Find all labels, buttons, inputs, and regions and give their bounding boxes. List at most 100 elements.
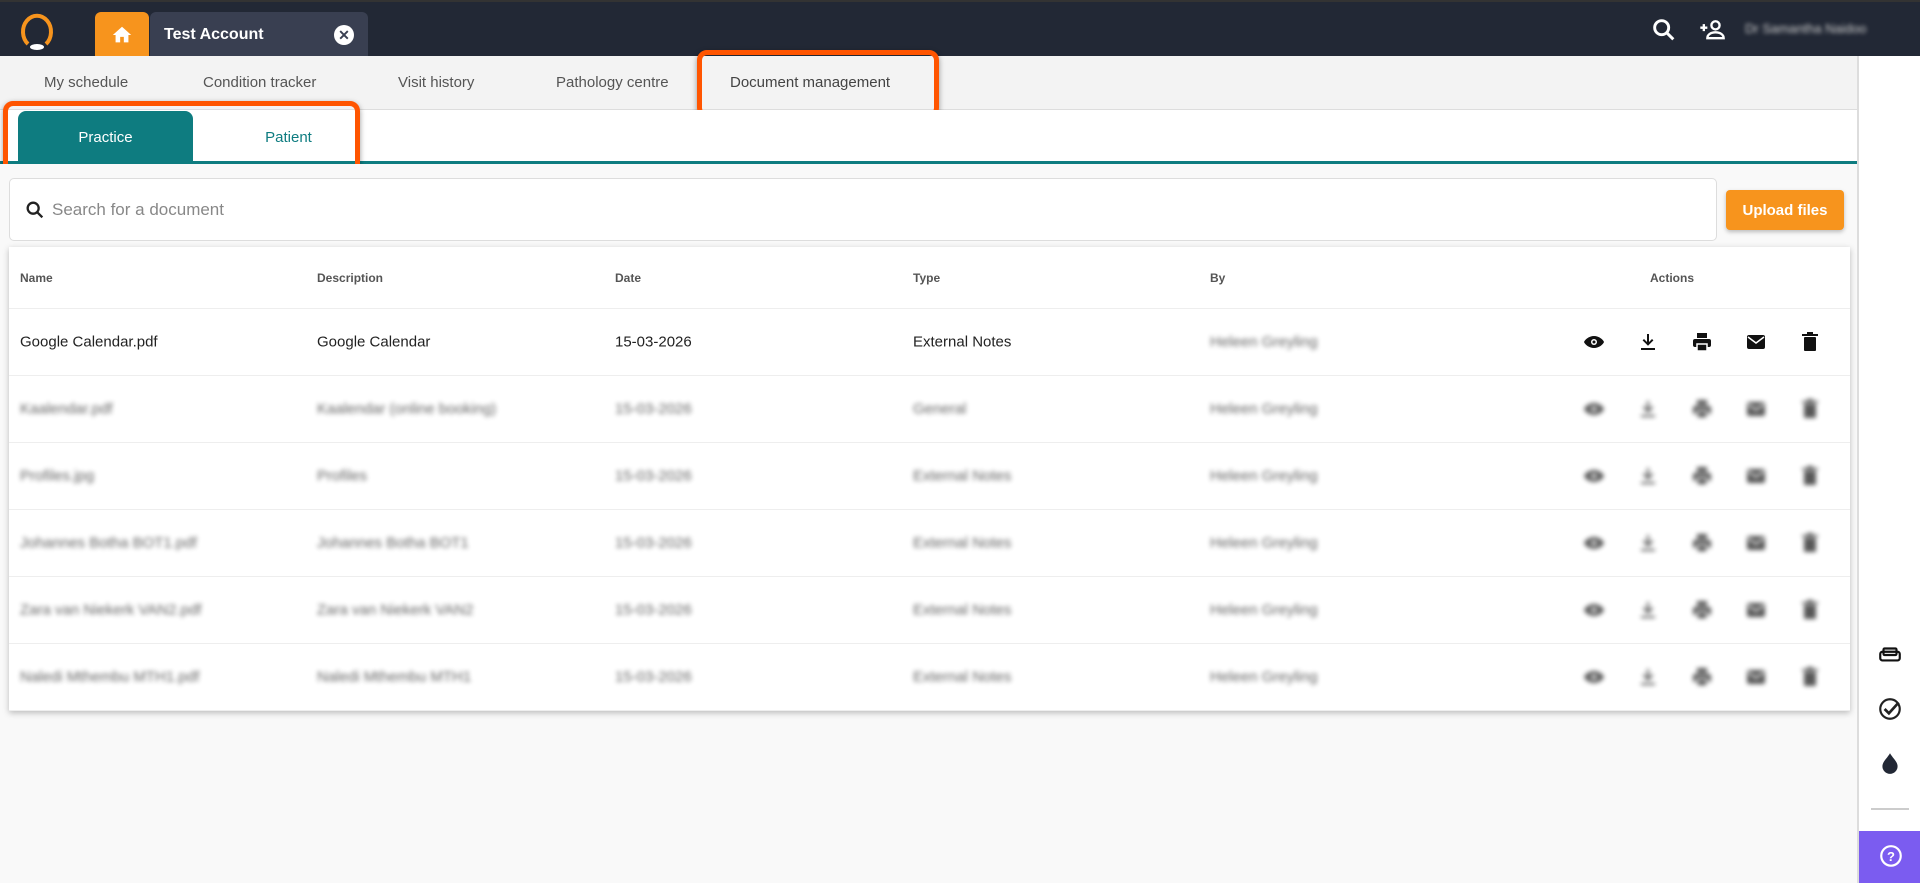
cell-date: 15-03-2026 xyxy=(615,333,692,351)
close-tab-icon[interactable]: ✕ xyxy=(334,25,354,45)
drop-icon[interactable] xyxy=(1877,750,1903,776)
highlight-box xyxy=(697,50,939,118)
account-tab[interactable]: Test Account ✕ xyxy=(150,12,368,58)
view-icon[interactable] xyxy=(1582,464,1606,488)
col-name[interactable]: Name xyxy=(20,271,53,285)
delete-icon[interactable] xyxy=(1798,598,1822,622)
upload-files-button[interactable]: Upload files xyxy=(1726,190,1844,230)
col-description[interactable]: Description xyxy=(317,271,383,285)
cell-date: 15-03-2026 xyxy=(615,668,692,686)
delete-icon[interactable] xyxy=(1798,665,1822,689)
account-tab-label: Test Account xyxy=(164,26,264,43)
cell-by: Heleen Greyling xyxy=(1210,601,1318,619)
nav-visit-history[interactable]: Visit history xyxy=(398,74,474,91)
right-sidebar: ? xyxy=(1857,56,1920,883)
cell-name: Google Calendar.pdf xyxy=(20,333,158,351)
table-row[interactable]: Zara van Niekerk VAN2.pdf Zara van Nieker… xyxy=(9,577,1850,644)
nav-condition-tracker[interactable]: Condition tracker xyxy=(203,74,316,91)
search-input[interactable]: Search for a document xyxy=(9,178,1717,241)
print-icon[interactable] xyxy=(1690,598,1714,622)
download-icon[interactable] xyxy=(1636,464,1660,488)
search-placeholder: Search for a document xyxy=(52,199,224,219)
cell-date: 15-03-2026 xyxy=(615,400,692,418)
email-icon[interactable] xyxy=(1744,665,1768,689)
view-icon[interactable] xyxy=(1582,598,1606,622)
cell-description: Naledi Mthembu MTH1 xyxy=(317,668,472,686)
check-circle-icon[interactable] xyxy=(1877,696,1903,722)
svg-text:?: ? xyxy=(1887,849,1895,864)
email-icon[interactable] xyxy=(1744,330,1768,354)
cell-by: Heleen Greyling xyxy=(1210,467,1318,485)
download-icon[interactable] xyxy=(1636,531,1660,555)
row-actions xyxy=(1582,665,1822,689)
view-icon[interactable] xyxy=(1582,397,1606,421)
view-icon[interactable] xyxy=(1582,330,1606,354)
row-actions xyxy=(1582,598,1822,622)
email-icon[interactable] xyxy=(1744,464,1768,488)
sidebar-divider xyxy=(1871,808,1909,810)
delete-icon[interactable] xyxy=(1798,330,1822,354)
col-type[interactable]: Type xyxy=(913,271,940,285)
nav-my-schedule[interactable]: My schedule xyxy=(44,74,128,91)
email-icon[interactable] xyxy=(1744,397,1768,421)
download-icon[interactable] xyxy=(1636,397,1660,421)
table-row[interactable]: Johannes Botha BOT1.pdf Johannes Botha BO… xyxy=(9,510,1850,577)
home-icon xyxy=(112,26,132,43)
documents-table: Name Description Date Type By Actions Go… xyxy=(9,247,1850,711)
user-name[interactable]: Dr Samantha Naidoo xyxy=(1745,21,1866,36)
row-actions xyxy=(1582,464,1822,488)
home-tab[interactable] xyxy=(95,12,149,58)
cell-type: General xyxy=(913,400,967,418)
table-header: Name Description Date Type By Actions xyxy=(9,247,1850,309)
col-date[interactable]: Date xyxy=(615,271,641,285)
view-icon[interactable] xyxy=(1582,665,1606,689)
cell-by: Heleen Greyling xyxy=(1210,668,1318,686)
cell-by: Heleen Greyling xyxy=(1210,333,1318,351)
help-icon: ? xyxy=(1879,845,1902,867)
row-actions xyxy=(1582,531,1822,555)
cell-name: Profiles.jpg xyxy=(20,467,95,485)
email-icon[interactable] xyxy=(1744,598,1768,622)
email-icon[interactable] xyxy=(1744,531,1768,555)
delete-icon[interactable] xyxy=(1798,464,1822,488)
cell-name: Naledi Mthembu MTH1.pdf xyxy=(20,668,200,686)
download-icon[interactable] xyxy=(1636,598,1660,622)
cell-description: Profiles xyxy=(317,467,368,485)
print-icon[interactable] xyxy=(1690,330,1714,354)
cell-by: Heleen Greyling xyxy=(1210,534,1318,552)
print-icon[interactable] xyxy=(1690,665,1714,689)
cell-date: 15-03-2026 xyxy=(615,534,692,552)
document-panel: Search for a document Upload files Name … xyxy=(0,164,1857,883)
top-bar: Test Account ✕ Dr Samantha Naidoo xyxy=(0,0,1920,58)
cell-type: External Notes xyxy=(913,534,1012,552)
col-actions: Actions xyxy=(1650,270,1695,285)
view-icon[interactable] xyxy=(1582,531,1606,555)
help-button[interactable]: ? xyxy=(1859,831,1920,883)
cell-description: Kaalendar (online booking) xyxy=(317,400,497,418)
add-user-icon[interactable] xyxy=(1698,16,1726,44)
search-icon[interactable] xyxy=(1650,16,1678,44)
table-row[interactable]: Kaalendar.pdf Kaalendar (online booking) 1… xyxy=(9,376,1850,443)
cell-date: 15-03-2026 xyxy=(615,601,692,619)
cell-name: Kaalendar.pdf xyxy=(20,400,113,418)
table-row[interactable]: Profiles.jpg Profiles 15-03-2026 External N… xyxy=(9,443,1850,510)
delete-icon[interactable] xyxy=(1798,531,1822,555)
print-icon[interactable] xyxy=(1690,464,1714,488)
row-actions xyxy=(1582,330,1822,354)
cell-date: 15-03-2026 xyxy=(615,467,692,485)
table-row[interactable]: Naledi Mthembu MTH1.pdf Naledi Mthembu MT… xyxy=(9,644,1850,711)
download-icon[interactable] xyxy=(1636,330,1660,354)
cell-type: External Notes xyxy=(913,467,1012,485)
couch-icon[interactable] xyxy=(1877,642,1903,668)
nav-pathology-centre[interactable]: Pathology centre xyxy=(556,74,669,91)
cell-description: Google Calendar xyxy=(317,333,431,351)
print-icon[interactable] xyxy=(1690,531,1714,555)
print-icon[interactable] xyxy=(1690,397,1714,421)
col-by[interactable]: By xyxy=(1210,271,1225,285)
cell-type: External Notes xyxy=(913,601,1012,619)
table-row[interactable]: Google Calendar.pdf Google Calendar 15-03-… xyxy=(9,309,1850,376)
delete-icon[interactable] xyxy=(1798,397,1822,421)
row-actions xyxy=(1582,397,1822,421)
download-icon[interactable] xyxy=(1636,665,1660,689)
cell-description: Johannes Botha BOT1 xyxy=(317,534,469,552)
